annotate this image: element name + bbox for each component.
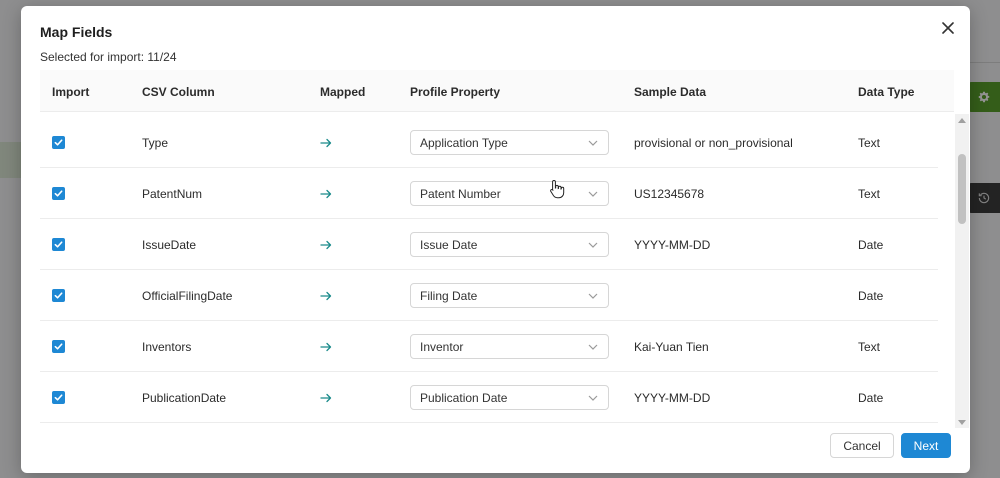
csv-column-name: OfficialFilingDate: [142, 288, 233, 303]
dialog-title: Map Fields: [40, 24, 113, 40]
mapped-indicator: [320, 168, 332, 219]
mapped-indicator: [320, 321, 332, 372]
arrow-right-icon: [320, 240, 332, 249]
profile-property-select[interactable]: Issue Date: [410, 232, 609, 257]
table-row: IssueDate Issue Date YYYY-MM-DD Date: [40, 219, 938, 270]
selected-value: Issue Date: [420, 237, 478, 252]
selected-value: Application Type: [420, 135, 508, 150]
checkmark-icon: [54, 394, 63, 401]
arrow-right-icon: [320, 393, 332, 402]
mapped-indicator: [320, 219, 332, 270]
map-fields-dialog: Map Fields Selected for import: 11/24 Im…: [21, 6, 970, 473]
table-row: PublicationDate Publication Date YYYY-MM…: [40, 372, 938, 423]
sample-data: US12345678: [634, 186, 705, 201]
checkmark-icon: [54, 139, 63, 146]
checkmark-icon: [54, 190, 63, 197]
cancel-button[interactable]: Cancel: [830, 433, 894, 458]
chevron-down-icon: [587, 392, 599, 404]
table-row: Type Application Type provisional or non…: [40, 117, 938, 168]
data-type: Date: [858, 288, 884, 303]
column-header-csv-column: CSV Column: [142, 85, 215, 99]
table-row: PatentNum Patent Number US12345678 Text: [40, 168, 938, 219]
column-header-mapped: Mapped: [320, 85, 366, 99]
import-checkbox[interactable]: [52, 289, 65, 302]
column-header-import: Import: [52, 85, 90, 99]
checkmark-icon: [54, 292, 63, 299]
csv-column-name: Inventors: [142, 339, 192, 354]
arrow-right-icon: [320, 291, 332, 300]
mapped-indicator: [320, 117, 332, 168]
profile-property-select[interactable]: Publication Date: [410, 385, 609, 410]
selected-value: Inventor: [420, 339, 464, 354]
import-checkbox[interactable]: [52, 187, 65, 200]
chevron-down-icon: [587, 290, 599, 302]
data-type: Text: [858, 186, 881, 201]
table-body: Type Application Type provisional or non…: [40, 112, 938, 428]
data-type: Date: [858, 237, 884, 252]
next-button[interactable]: Next: [901, 433, 951, 458]
arrow-right-icon: [320, 138, 332, 147]
column-header-data-type: Data Type: [858, 85, 915, 99]
csv-column-name: PublicationDate: [142, 390, 227, 405]
import-checkbox[interactable]: [52, 340, 65, 353]
csv-column-name: PatentNum: [142, 186, 203, 201]
data-type: Date: [858, 390, 884, 405]
csv-column-name: Type: [142, 135, 169, 150]
chevron-down-icon: [587, 239, 599, 251]
close-icon: [942, 22, 954, 34]
profile-property-select[interactable]: Patent Number: [410, 181, 609, 206]
import-checkbox[interactable]: [52, 238, 65, 251]
table-scrollbar[interactable]: [955, 114, 969, 428]
table-row: OfficialFilingDate Filing Date Date: [40, 270, 938, 321]
sample-data: YYYY-MM-DD: [634, 390, 711, 405]
import-checkbox[interactable]: [52, 136, 65, 149]
sample-data: Kai-Yuan Tien: [634, 339, 709, 354]
column-header-sample-data: Sample Data: [634, 85, 707, 99]
scroll-up-arrow-icon[interactable]: [955, 114, 969, 126]
arrow-right-icon: [320, 189, 332, 198]
profile-property-select[interactable]: Filing Date: [410, 283, 609, 308]
close-button[interactable]: [938, 18, 958, 38]
checkmark-icon: [54, 241, 63, 248]
arrow-right-icon: [320, 342, 332, 351]
scroll-down-arrow-icon[interactable]: [955, 416, 969, 428]
data-type: Text: [858, 135, 881, 150]
chevron-down-icon: [587, 137, 599, 149]
table-header: Import CSV Column Mapped Profile Propert…: [40, 70, 954, 112]
table-row: Inventors Inventor Kai-Yuan Tien Text: [40, 321, 938, 372]
csv-column-name: IssueDate: [142, 237, 197, 252]
selected-value: Publication Date: [420, 390, 508, 405]
sample-data: YYYY-MM-DD: [634, 237, 711, 252]
chevron-down-icon: [587, 188, 599, 200]
selected-value: Patent Number: [420, 186, 501, 201]
chevron-down-icon: [587, 341, 599, 353]
mapped-indicator: [320, 270, 332, 321]
mapping-table: Import CSV Column Mapped Profile Propert…: [40, 70, 969, 428]
selected-value: Filing Date: [420, 288, 478, 303]
sample-data: provisional or non_provisional: [634, 135, 793, 150]
profile-property-select[interactable]: Application Type: [410, 130, 609, 155]
column-header-profile-property: Profile Property: [410, 85, 501, 99]
selected-count: Selected for import: 11/24: [40, 50, 177, 64]
profile-property-select[interactable]: Inventor: [410, 334, 609, 359]
mapped-indicator: [320, 372, 332, 423]
hand-cursor-icon: [550, 179, 565, 199]
data-type: Text: [858, 339, 881, 354]
checkmark-icon: [54, 343, 63, 350]
scrollbar-thumb[interactable]: [958, 154, 966, 224]
import-checkbox[interactable]: [52, 391, 65, 404]
